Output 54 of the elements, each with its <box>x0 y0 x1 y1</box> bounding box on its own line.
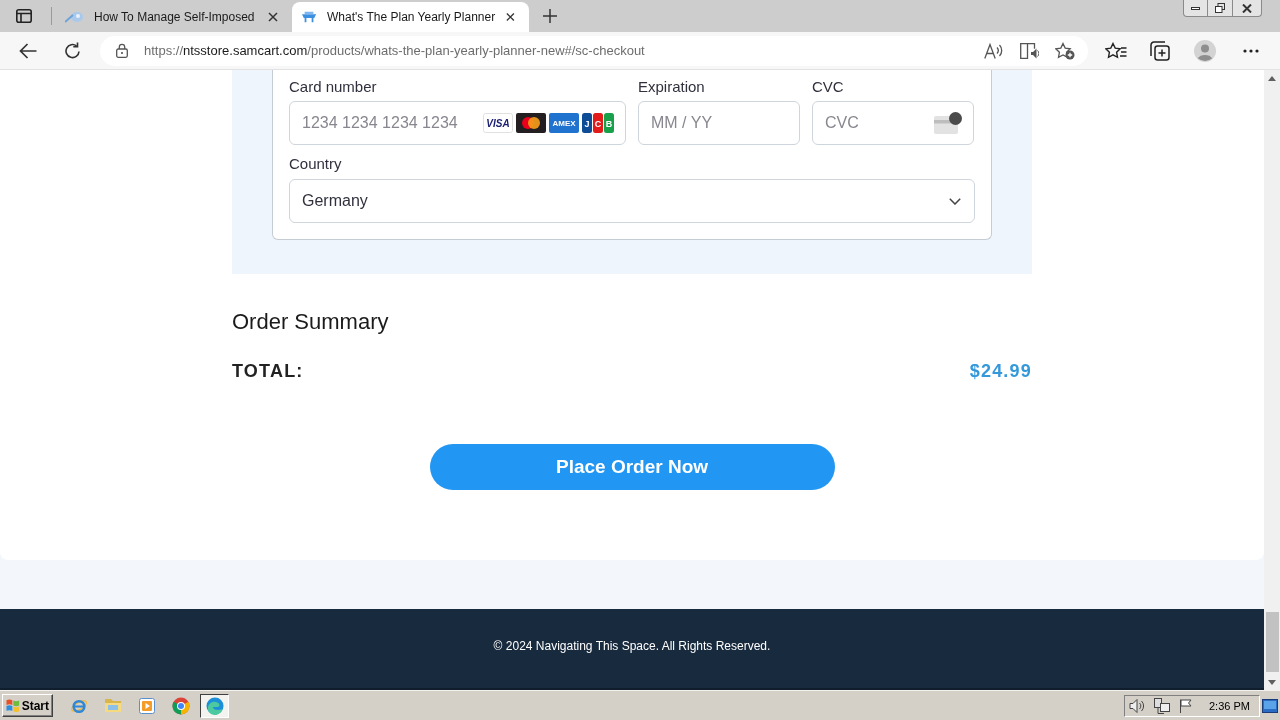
minimize-button[interactable] <box>1183 0 1208 17</box>
field-label: CVC <box>812 77 845 97</box>
restore-button[interactable] <box>1208 0 1233 17</box>
desk-icon <box>302 11 317 23</box>
plus-icon[interactable] <box>543 9 557 23</box>
taskbar-button[interactable] <box>200 693 229 718</box>
overlapping-circles-icon <box>516 113 546 133</box>
windows-flag-icon <box>6 698 20 713</box>
close-tab-icon[interactable] <box>268 12 278 22</box>
browser-tab[interactable]: What's The Plan Yearly Planner <box>292 2 529 32</box>
lock-icon[interactable] <box>116 43 128 58</box>
immersive-reader-icon[interactable] <box>1019 42 1039 59</box>
add-favorite-icon[interactable] <box>1055 41 1075 60</box>
field-label: Country <box>289 154 343 174</box>
total-amount: $24.99 <box>969 360 1032 382</box>
cvc-field[interactable]: CVC <box>812 101 974 145</box>
address-bar[interactable]: https://ntsstore.samcart.com/products/whats-the-plan-yearly-planner-new#/sc-checkout <box>100 35 1088 66</box>
total-label: TOTAL: <box>232 360 304 382</box>
close-tab-icon[interactable] <box>506 12 515 22</box>
copyright-text: © 2024 Navigating This Space. All Rights Reserved. <box>493 639 771 653</box>
amex-logo: AMEX <box>549 113 579 133</box>
start-button[interactable]: Start <box>2 694 53 717</box>
close-icon <box>1242 3 1252 13</box>
country-select[interactable]: Germany <box>289 179 975 223</box>
section-title: Order Summary <box>232 309 390 335</box>
back-icon[interactable] <box>19 42 37 59</box>
refresh-icon[interactable] <box>63 42 81 59</box>
show-desktop-icon[interactable] <box>1262 698 1278 713</box>
speaker-icon[interactable] <box>1129 698 1145 713</box>
read-aloud-icon[interactable] <box>983 42 1003 59</box>
browser-ring-icon[interactable] <box>172 696 190 715</box>
tab-actions-icon[interactable] <box>16 9 32 23</box>
visa-logo: VISA <box>483 113 513 133</box>
scroll-down-icon[interactable] <box>1268 679 1276 685</box>
browser-tab[interactable]: How To Manage Self-Imposed <box>55 2 292 32</box>
scrollbar-thumb[interactable] <box>1265 612 1279 672</box>
field-label: Card number <box>289 77 378 97</box>
network-icon[interactable] <box>1154 697 1170 714</box>
close-window-button[interactable] <box>1233 0 1262 17</box>
more-icon[interactable] <box>1243 48 1259 53</box>
collections-icon[interactable] <box>1150 40 1170 61</box>
favorites-icon[interactable] <box>1105 42 1127 59</box>
flag-icon[interactable] <box>1179 698 1193 713</box>
taskbar-clock: 2:36 PM <box>1209 699 1250 712</box>
media-player-icon[interactable] <box>139 697 155 714</box>
field-label: Expiration <box>638 77 706 97</box>
card-back-icon <box>934 112 962 134</box>
chevron-down-icon <box>949 197 961 205</box>
comet-icon <box>65 11 83 23</box>
scroll-up-icon[interactable] <box>1268 75 1276 81</box>
restore-icon <box>1215 3 1225 13</box>
avatar-icon[interactable] <box>1194 39 1216 62</box>
expiration-field[interactable]: MM / YY <box>638 101 800 145</box>
minimize-icon <box>1191 6 1200 10</box>
